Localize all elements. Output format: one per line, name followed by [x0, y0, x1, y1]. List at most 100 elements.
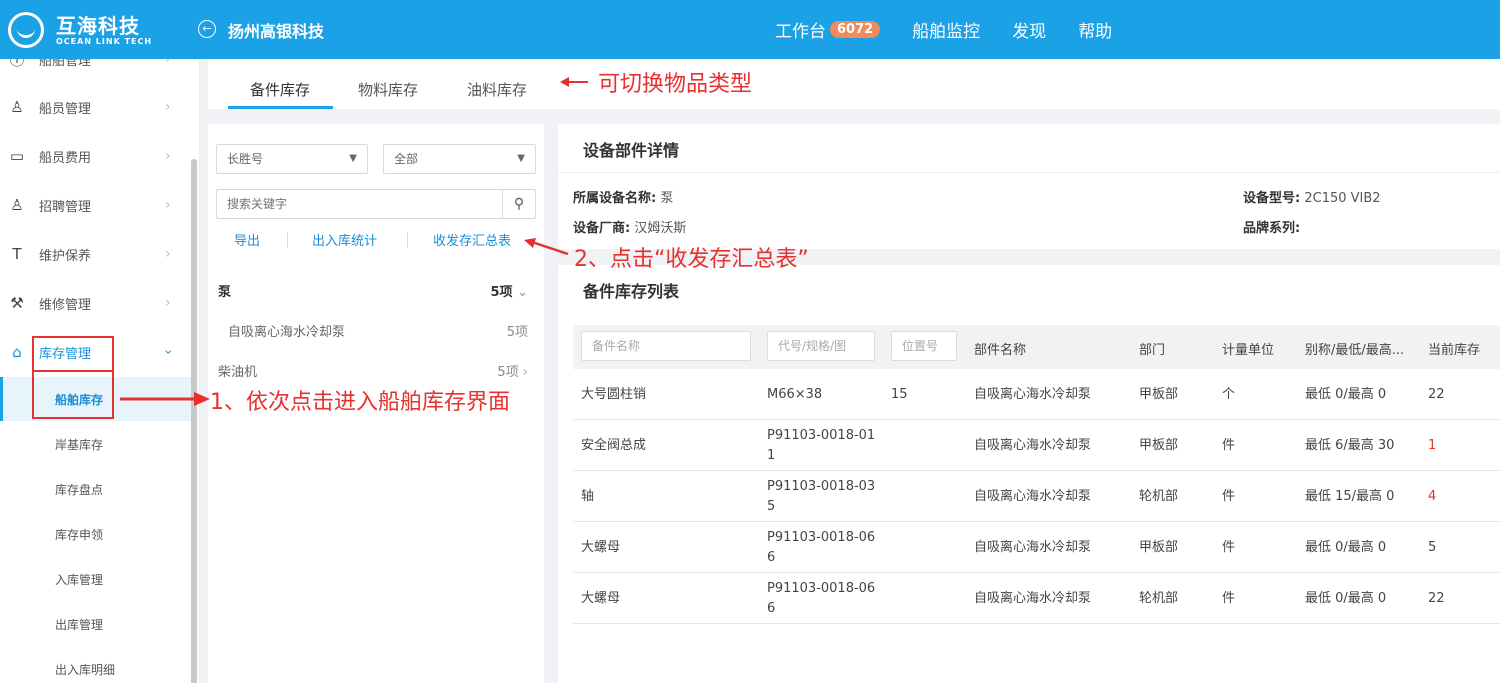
cell-dept: 轮机部	[1139, 591, 1179, 606]
field-brand: 品牌系列:	[1243, 217, 1300, 236]
logo[interactable]: 互海科技 OCEAN LINK TECH	[8, 10, 158, 50]
cell-stock-low: 1	[1428, 438, 1437, 453]
group-count: 5项	[506, 325, 528, 340]
cell-range: 最低 15/最高 0	[1305, 489, 1395, 504]
sidebar-subitem-label: 库存盘点	[55, 482, 104, 497]
group-name: 自吸离心海水冷却泵	[228, 325, 346, 340]
caret-down-icon: ▼	[349, 153, 357, 164]
search-box: ⚲	[216, 189, 536, 219]
chevron-down-icon: ⌄	[517, 285, 528, 300]
logo-text: 互海科技	[56, 14, 140, 38]
cell-dept: 甲板部	[1139, 540, 1179, 555]
group-count-value: 5项	[497, 365, 519, 380]
department-select[interactable]: 全部 ▼	[383, 144, 536, 174]
annotation-box-ship-inventory	[32, 372, 114, 419]
table-row[interactable]: 轴 P91103-0018-03 5 自吸离心海水冷却泵 轮机部 件 最低 15…	[573, 471, 1500, 522]
annotation-box-inventory	[32, 336, 114, 372]
group-sub-seawater-pump[interactable]: 自吸离心海水冷却泵 5项	[218, 315, 528, 343]
filter-code[interactable]: 代号/规格/图	[767, 331, 875, 361]
column-header-part: 部件名称	[974, 343, 1027, 358]
sidebar-item-label: 维修管理	[39, 297, 92, 313]
field-device-name: 所属设备名称: 泵	[573, 187, 673, 206]
sidebar-subitem-stock-out[interactable]: 出库管理	[0, 602, 192, 646]
chevron-right-icon: ›	[522, 365, 528, 380]
cell-code-cont: 6	[767, 550, 776, 565]
group-diesel-engine[interactable]: 柴油机 5项 ›	[218, 355, 528, 383]
cell-stock: 22	[1428, 591, 1445, 606]
field-label: 品牌系列:	[1243, 221, 1301, 236]
sidebar-item-repair[interactable]: ⚒ 维修管理 ›	[0, 279, 192, 327]
nav-help[interactable]: 帮助	[1078, 17, 1112, 42]
cell-code-cont: 5	[767, 499, 776, 514]
cell-part: 自吸离心海水冷却泵	[974, 489, 1092, 504]
group-name: 泵	[218, 285, 232, 300]
tab-spare-parts[interactable]: 备件库存	[250, 79, 310, 100]
cell-code: P91103-0018-03	[767, 479, 876, 494]
group-pump[interactable]: 泵 5项 ⌄	[218, 275, 528, 303]
sidebar-subitem-requisition[interactable]: 库存申领	[0, 512, 192, 556]
sidebar-item-label: 维护保养	[39, 248, 92, 264]
chevron-right-icon: ›	[165, 246, 171, 262]
sidebar-item-recruitment[interactable]: ♙ 招聘管理 ›	[0, 181, 192, 229]
sidebar-subitem-stocktaking[interactable]: 库存盘点	[0, 467, 192, 511]
cell-name: 安全阀总成	[581, 438, 647, 453]
list-title: 备件库存列表	[583, 282, 680, 301]
cell-code-cont: 6	[767, 601, 776, 616]
sidebar-item-maintenance[interactable]: T 维护保养 ›	[0, 230, 192, 278]
search-icon[interactable]: ⚲	[502, 190, 535, 218]
sidebar-item-label: 招聘管理	[39, 199, 92, 215]
summary-report-link[interactable]: 收发存汇总表	[433, 230, 511, 249]
cell-part: 自吸离心海水冷却泵	[974, 387, 1092, 402]
company-name: 扬州高银科技	[228, 22, 325, 41]
filter-part-name[interactable]: 备件名称	[581, 331, 751, 361]
table-row[interactable]: 大号圆柱销 M66×38 15 自吸离心海水冷却泵 甲板部 个 最低 0/最高 …	[573, 369, 1500, 420]
export-link[interactable]: 导出	[234, 230, 260, 249]
field-device-model: 设备型号: 2C150 VIB2	[1243, 187, 1381, 206]
sidebar-subitem-stock-detail[interactable]: 出入库明细	[0, 647, 192, 683]
annotation-step2: 2、点击“收发存汇总表”	[574, 247, 809, 272]
nav-workbench[interactable]: 工作台 6072	[775, 17, 881, 42]
cell-dept: 甲板部	[1139, 438, 1179, 453]
sidebar-scrollbar[interactable]	[191, 159, 197, 683]
nav-discover[interactable]: 发现	[1012, 17, 1046, 42]
field-value: 汉姆沃斯	[634, 221, 687, 236]
cell-dept: 甲板部	[1139, 387, 1179, 402]
cell-stock-low: 4	[1428, 489, 1437, 504]
wrench-icon: ⚒	[10, 294, 24, 312]
ship-select-value: 长胜号	[227, 152, 264, 166]
cell-name: 大螺母	[581, 540, 621, 555]
table-row[interactable]: 大螺母 P91103-0018-06 6 自吸离心海水冷却泵 轮机部 件 最低 …	[573, 573, 1500, 624]
column-header-range: 别称/最低/最高...	[1305, 343, 1405, 358]
sidebar-item-ship-management[interactable]: ⓘ 船舶管理 ›	[0, 59, 192, 83]
field-label: 设备厂商:	[573, 221, 631, 236]
annotation-step1: 1、依次点击进入船舶库存界面	[210, 390, 510, 415]
sidebar-item-label: 船员费用	[39, 150, 92, 166]
notification-badge: 6072	[830, 21, 881, 38]
cell-unit: 个	[1222, 387, 1236, 402]
ship-select[interactable]: 长胜号 ▼	[216, 144, 368, 174]
column-header-unit: 计量单位	[1222, 343, 1275, 358]
separator	[287, 232, 288, 248]
nav-ship-monitor[interactable]: 船舶监控	[912, 17, 980, 42]
recruit-icon: ♙	[10, 196, 24, 214]
search-input[interactable]	[217, 190, 503, 218]
hammer-icon: T	[12, 245, 22, 263]
table-row[interactable]: 安全阀总成 P91103-0018-01 1 自吸离心海水冷却泵 甲板部 件 最…	[573, 420, 1500, 471]
table-row[interactable]: 大螺母 P91103-0018-06 6 自吸离心海水冷却泵 甲板部 件 最低 …	[573, 522, 1500, 573]
tab-oil[interactable]: 油料库存	[467, 79, 527, 100]
filter-position[interactable]: 位置号	[891, 331, 957, 361]
sidebar-subitem-shore-inventory[interactable]: 岸基库存	[0, 422, 192, 466]
tab-materials[interactable]: 物料库存	[358, 79, 418, 100]
sidebar-item-crew-cost[interactable]: ▭ 船员费用 ›	[0, 132, 192, 180]
home-icon: ⌂	[12, 343, 22, 361]
cell-part: 自吸离心海水冷却泵	[974, 540, 1092, 555]
sidebar-item-crew-management[interactable]: ♙ 船员管理 ›	[0, 83, 192, 131]
stock-stats-link[interactable]: 出入库统计	[312, 230, 377, 249]
sidebar-subitem-label: 库存申领	[55, 527, 104, 542]
sidebar-subitem-label: 出库管理	[55, 617, 104, 632]
cell-code: P91103-0018-06	[767, 581, 876, 596]
cell-part: 自吸离心海水冷却泵	[974, 438, 1092, 453]
sidebar-subitem-stock-in[interactable]: 入库管理	[0, 557, 192, 601]
back-arrow-icon[interactable]: ←	[198, 20, 216, 38]
field-value: 2C150 VIB2	[1304, 191, 1381, 206]
